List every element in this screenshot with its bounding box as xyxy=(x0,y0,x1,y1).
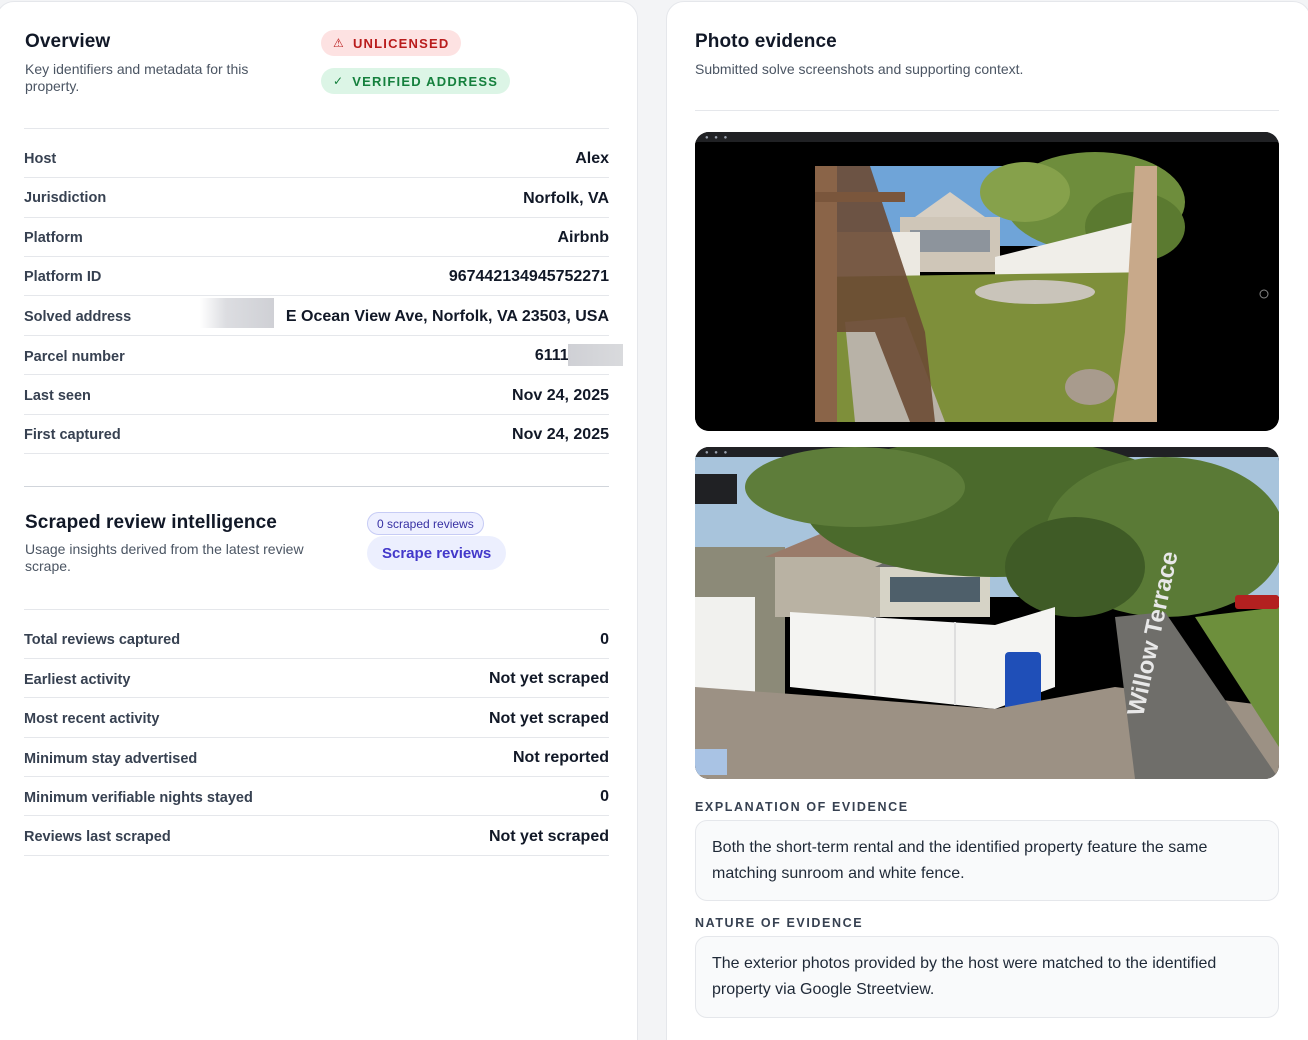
row-most-recent-activity: Most recent activity Not yet scraped xyxy=(24,698,609,738)
reviews-title: Scraped review intelligence xyxy=(25,512,277,533)
row-label: Most recent activity xyxy=(24,711,160,727)
row-jurisdiction: Jurisdiction Norfolk, VA xyxy=(24,178,609,218)
row-label: Last seen xyxy=(24,388,91,404)
row-value: Nov 24, 2025 xyxy=(512,387,609,404)
verified-address-badge: ✓ VERIFIED ADDRESS xyxy=(321,68,511,94)
row-minimum-stay: Minimum stay advertised Not reported xyxy=(24,738,609,777)
streetview-photo-image: Willow Terrace xyxy=(695,447,1279,779)
row-label: Reviews last scraped xyxy=(24,829,171,845)
unlicensed-badge-label: UNLICENSED xyxy=(352,35,450,51)
reviews-subtitle: Usage insights derived from the latest r… xyxy=(25,541,304,574)
reviews-divider xyxy=(24,609,609,610)
row-parcel-number: Parcel number 6111( xyxy=(24,336,609,375)
row-platform-id: Platform ID 967442134945752271 xyxy=(24,257,609,296)
row-label: Host xyxy=(24,151,57,167)
row-value: E Ocean View Ave, Norfolk, VA 23503, USA xyxy=(285,308,609,325)
evidence-title: Photo evidence xyxy=(695,31,837,52)
row-label: Platform xyxy=(24,230,83,246)
row-value: 0 xyxy=(600,631,609,648)
scraped-reviews-count-badge: 0 scraped reviews xyxy=(367,512,484,535)
row-platform: Platform Airbnb xyxy=(24,218,609,257)
scrape-reviews-button[interactable]: Scrape reviews xyxy=(367,536,507,570)
row-total-reviews: Total reviews captured 0 xyxy=(24,620,609,659)
overview-title: Overview xyxy=(25,31,111,52)
nature-label: NATURE OF EVIDENCE xyxy=(695,916,864,930)
section-divider xyxy=(24,486,609,487)
row-value: Not reported xyxy=(513,749,609,766)
row-minimum-nights: Minimum verifiable nights stayed 0 xyxy=(24,777,609,816)
evidence-subtitle: Submitted solve screenshots and supporti… xyxy=(695,61,1024,77)
redacted-parcel-digits xyxy=(568,344,623,366)
verified-badge-label: VERIFIED ADDRESS xyxy=(352,73,499,89)
row-value: 967442134945752271 xyxy=(448,268,609,285)
row-value: Airbnb xyxy=(557,229,609,246)
redacted-address-number xyxy=(200,298,274,328)
row-label: Total reviews captured xyxy=(24,632,181,648)
row-value: Alex xyxy=(575,150,609,167)
explanation-text: Both the short-term rental and the ident… xyxy=(712,839,1208,882)
row-value: 0 xyxy=(600,788,609,805)
row-reviews-last-scraped: Reviews last scraped Not yet scraped xyxy=(24,816,609,856)
explanation-label: EXPLANATION OF EVIDENCE xyxy=(695,800,909,814)
row-first-captured: First captured Nov 24, 2025 xyxy=(24,415,609,454)
overview-subtitle: Key identifiers and metadata for this pr… xyxy=(25,61,249,94)
row-label: First captured xyxy=(24,427,121,443)
row-value: Not yet scraped xyxy=(488,670,609,687)
row-value: Not yet scraped xyxy=(488,828,609,845)
unlicensed-badge: ⚠ UNLICENSED xyxy=(321,30,462,56)
row-label: Minimum stay advertised xyxy=(24,751,198,767)
row-host: Host Alex xyxy=(24,139,609,178)
row-value: Norfolk, VA xyxy=(523,190,609,207)
explanation-box: Both the short-term rental and the ident… xyxy=(695,820,1279,901)
evidence-divider xyxy=(695,110,1279,111)
row-label: Jurisdiction xyxy=(24,190,107,206)
overview-divider xyxy=(24,128,609,129)
row-label: Solved address xyxy=(24,309,132,325)
nature-box: The exterior photos provided by the host… xyxy=(695,936,1279,1018)
evidence-photo-streetview[interactable]: ● ● ● Willow Terrace xyxy=(695,447,1279,779)
row-earliest-activity: Earliest activity Not yet scraped xyxy=(24,659,609,698)
row-label: Parcel number xyxy=(24,349,125,365)
backyard-photo-image xyxy=(695,142,1279,431)
row-value: Not yet scraped xyxy=(488,710,609,727)
row-last-seen: Last seen Nov 24, 2025 xyxy=(24,375,609,415)
check-icon: ✓ xyxy=(333,74,345,88)
row-value: Nov 24, 2025 xyxy=(512,426,609,443)
evidence-photo-listing[interactable]: ● ● ● xyxy=(695,132,1279,431)
row-label: Earliest activity xyxy=(24,672,131,688)
warning-triangle-icon: ⚠ xyxy=(333,36,345,50)
row-label: Platform ID xyxy=(24,269,102,285)
nature-text: The exterior photos provided by the host… xyxy=(712,955,1217,998)
row-solved-address: Solved address E Ocean View Ave, Norfolk… xyxy=(24,296,609,336)
row-label: Minimum verifiable nights stayed xyxy=(24,790,253,806)
